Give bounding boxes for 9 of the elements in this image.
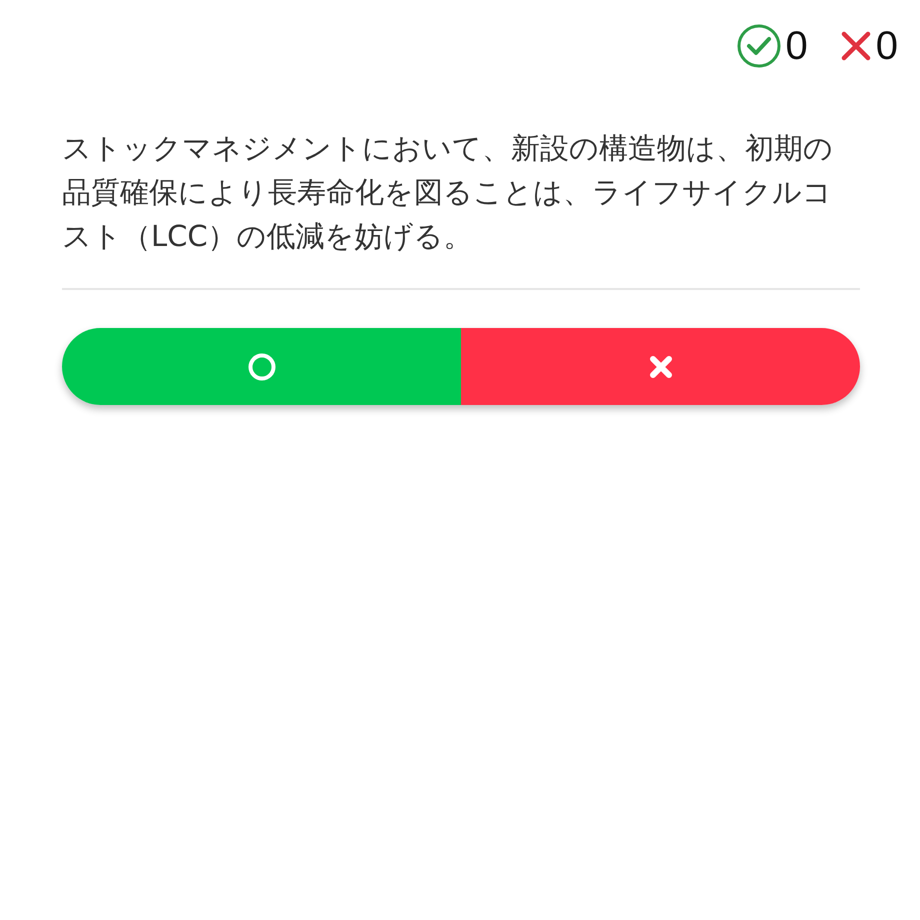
check-circle-icon <box>736 23 782 69</box>
cross-icon <box>840 30 872 62</box>
question-text: ストックマネジメントにおいて、新設の構造物は、初期の品質確保により長寿命化を図ることは、ライフサイクルコスト（LCC）の低減を妨げる。 <box>62 130 834 255</box>
circle-icon <box>246 352 276 382</box>
false-button[interactable] <box>461 328 860 405</box>
cross-icon <box>648 354 674 380</box>
wrong-count: 0 <box>876 24 898 68</box>
correct-count: 0 <box>786 24 808 68</box>
true-button[interactable] <box>62 328 461 405</box>
